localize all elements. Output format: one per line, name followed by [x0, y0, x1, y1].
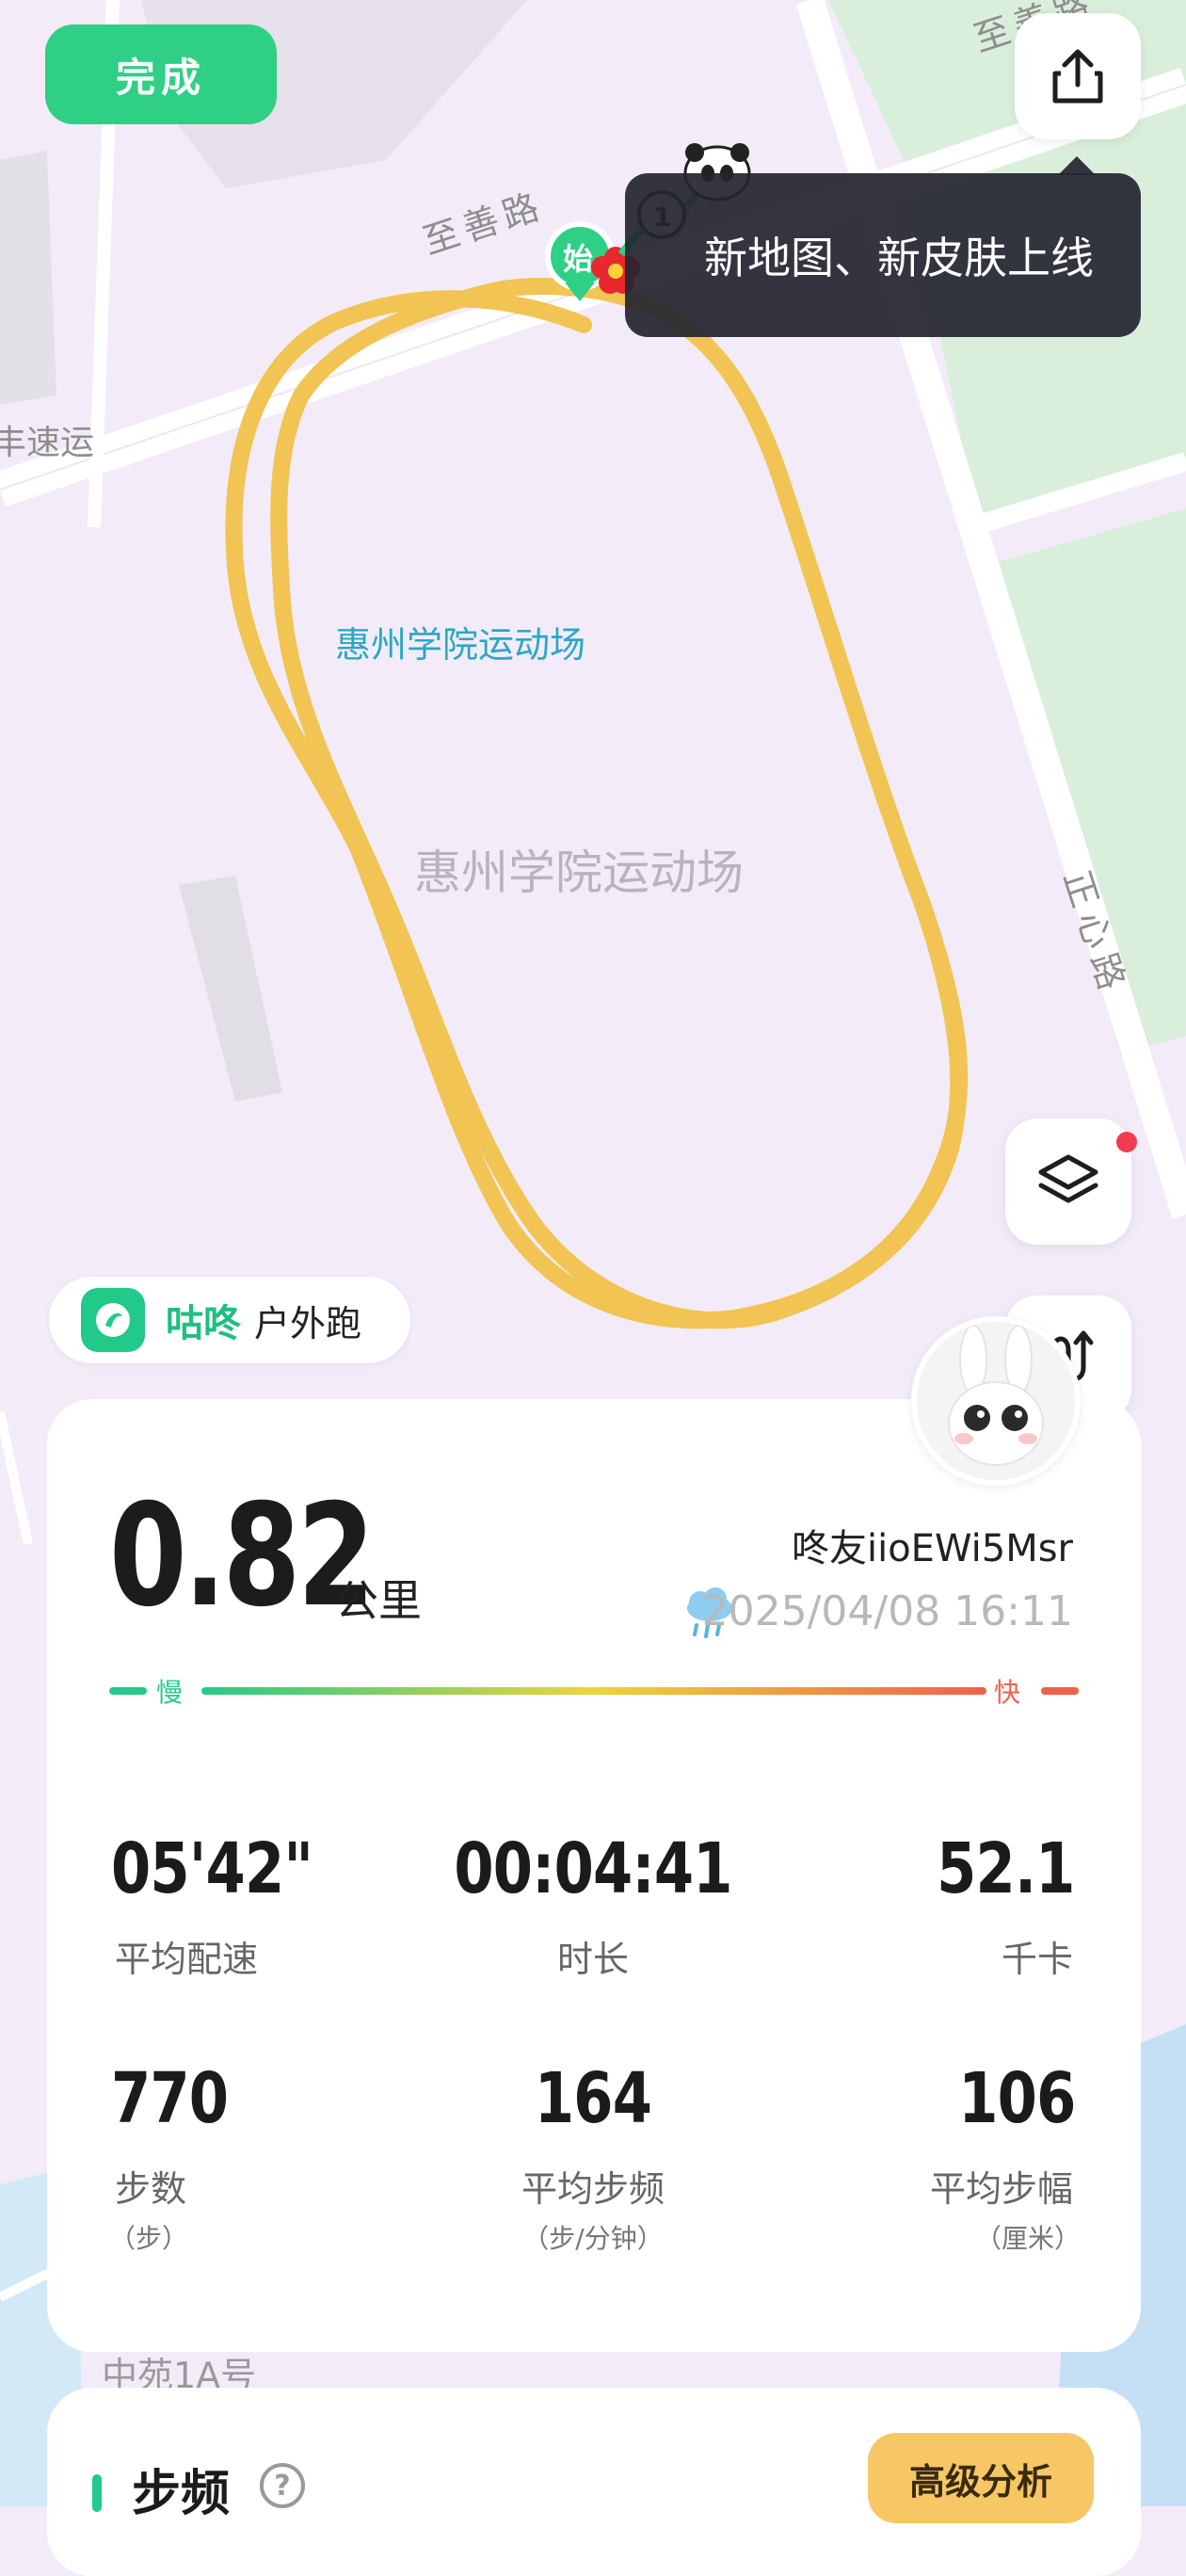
done-button[interactable]: 完成 — [45, 24, 277, 124]
brand-name: 咕咚 — [166, 1302, 241, 1345]
pace-slow-label: 慢 — [156, 1677, 184, 1708]
activity-type: 户外跑 — [254, 1302, 362, 1344]
map-venue-label-large: 惠州学院运动场 — [414, 845, 744, 900]
map-venue-label: 惠州学院运动场 — [335, 624, 585, 666]
stride-label: 平均步幅 — [929, 2168, 1073, 2210]
distance-value: 0.82 — [109, 1474, 375, 1638]
map-layers-button[interactable] — [1005, 1119, 1131, 1245]
map-edge-label: 丰速运 — [0, 424, 94, 462]
bunny-avatar-icon — [917, 1322, 1075, 1480]
tooltip-arrow — [1058, 156, 1096, 175]
avg-pace-value: 05'42" — [111, 1828, 313, 1909]
steps-unit: （步） — [109, 2223, 189, 2254]
question-mark-icon[interactable]: ? — [260, 2463, 305, 2508]
stride-unit: （厘米） — [974, 2223, 1081, 2254]
layers-notification-dot — [1116, 1132, 1137, 1152]
cadence-unit: （步/分钟） — [522, 2223, 664, 2254]
share-icon — [1052, 49, 1103, 104]
start-marker-label: 始 — [563, 241, 593, 277]
codoon-logo-icon — [81, 1288, 145, 1352]
avg-pace-label: 平均配速 — [115, 1939, 259, 1980]
calories-value: 52.1 — [937, 1828, 1076, 1909]
duration-value: 00:04:41 — [454, 1828, 732, 1909]
cadence-section-title: 步频 — [132, 2466, 231, 2522]
steps-label: 步数 — [115, 2168, 187, 2210]
steps-value: 770 — [111, 2058, 229, 2139]
share-button[interactable] — [1015, 13, 1141, 139]
pace-fast-label: 快 — [994, 1677, 1021, 1708]
layers-icon — [1038, 1154, 1098, 1203]
username: 咚友iioEWi5Msr — [791, 1527, 1073, 1570]
new-skin-tooltip[interactable]: 新地图、新皮肤上线 — [625, 173, 1141, 337]
section-accent-bar — [92, 2474, 102, 2512]
stride-value: 106 — [957, 2058, 1076, 2139]
avatar[interactable] — [911, 1316, 1081, 1486]
cadence-label: 平均步频 — [521, 2168, 665, 2210]
cadence-value: 164 — [534, 2058, 652, 2139]
distance-unit: 公里 — [335, 1575, 422, 1626]
pace-gradient-bar — [109, 1687, 1079, 1695]
advanced-analysis-button[interactable]: 高级分析 — [868, 2433, 1094, 2523]
duration-label: 时长 — [556, 1939, 629, 1980]
app-brand-tag: 咕咚 户外跑 — [49, 1277, 410, 1363]
run-datetime: 2025/04/08 16:11 — [701, 1587, 1073, 1635]
calories-label: 千卡 — [1001, 1939, 1073, 1980]
tooltip-text: 新地图、新皮肤上线 — [704, 233, 1094, 283]
